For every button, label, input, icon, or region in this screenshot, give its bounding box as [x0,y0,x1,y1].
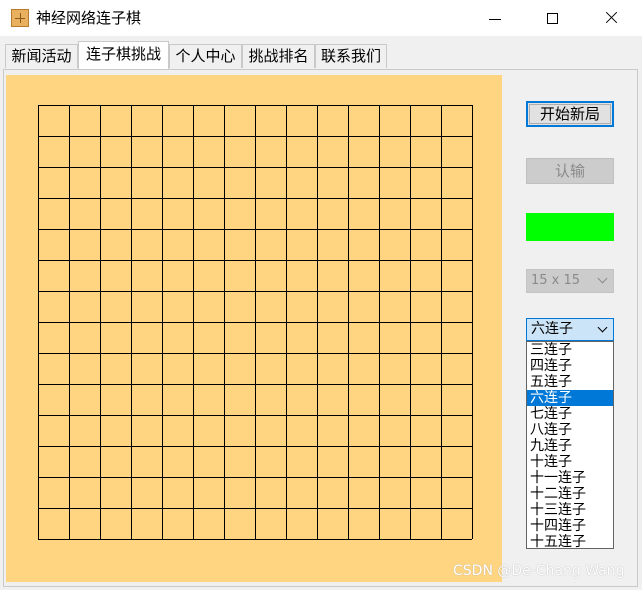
board-size-select[interactable]: 15 x 15 [526,269,614,293]
dropdown-option[interactable]: 五连子 [527,374,613,390]
close-icon [604,11,618,25]
tab-ranking[interactable]: 挑战排名 [242,44,315,68]
dropdown-option[interactable]: 十三连子 [527,502,613,518]
maximize-button[interactable] [526,0,578,36]
dropdown-option[interactable]: 八连子 [527,422,613,438]
tab-challenge[interactable]: 连子棋挑战 [78,41,169,69]
dropdown-option[interactable]: 三连子 [527,342,613,358]
tab-profile[interactable]: 个人中心 [169,44,242,68]
maximize-icon [546,12,558,24]
close-button[interactable] [585,0,637,36]
win-rule-dropdown-list[interactable]: 三连子 四连子 五连子 六连子 七连子 八连子 九连子 十连子 十一连子 十二连… [526,341,614,549]
tab-contact[interactable]: 联系我们 [315,44,387,68]
dropdown-option[interactable]: 十五连子 [527,534,613,548]
go-board-icon [11,9,29,27]
turn-color-indicator [526,213,614,241]
chevron-down-icon [597,273,608,284]
dropdown-option[interactable]: 九连子 [527,438,613,454]
title-bar[interactable]: 神经网络连子棋 [0,0,642,36]
minimize-icon [489,18,501,20]
window-title: 神经网络连子棋 [36,9,142,27]
board-grid[interactable] [37,104,473,540]
chevron-down-icon [597,322,608,333]
dropdown-option[interactable]: 十二连子 [527,486,613,502]
dropdown-option[interactable]: 七连子 [527,406,613,422]
minimize-button[interactable] [469,0,521,36]
tab-news[interactable]: 新闻活动 [5,44,78,68]
dropdown-option[interactable]: 十一连子 [527,470,613,486]
dropdown-option[interactable]: 十四连子 [527,518,613,534]
win-rule-value: 六连子 [531,321,573,337]
surrender-button[interactable]: 认输 [526,158,614,184]
win-rule-select[interactable]: 六连子 [526,318,614,341]
dropdown-option[interactable]: 四连子 [527,358,613,374]
start-new-game-button[interactable]: 开始新局 [526,101,614,127]
dropdown-option-selected[interactable]: 六连子 [527,390,613,406]
dropdown-option[interactable]: 十连子 [527,454,613,470]
watermark: CSDN @De-Chang Wang [453,563,625,579]
board-size-value: 15 x 15 [531,273,581,288]
